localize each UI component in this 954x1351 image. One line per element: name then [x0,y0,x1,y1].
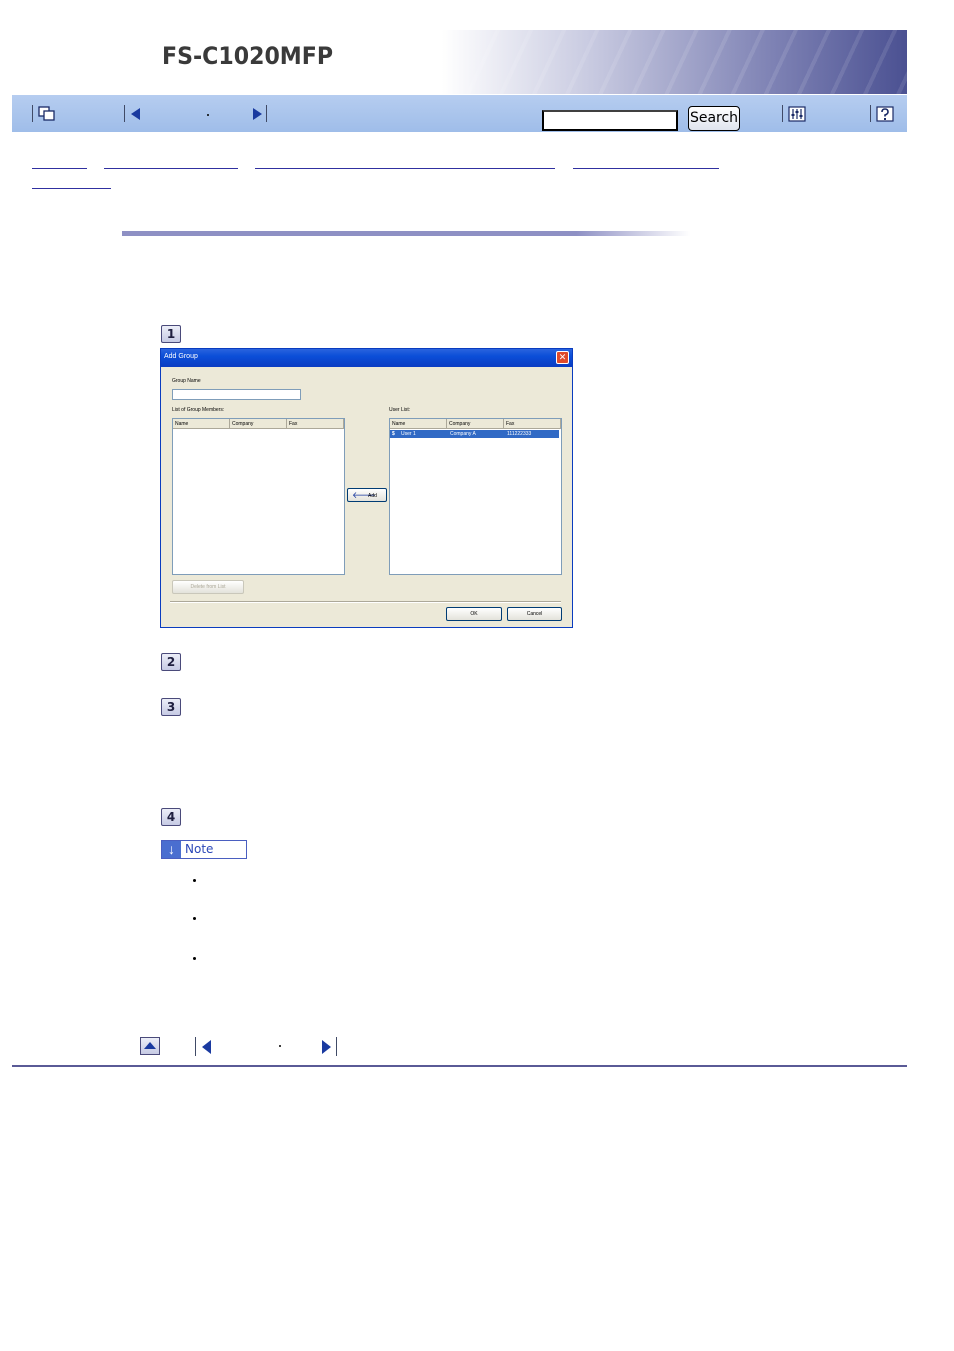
title-rule [122,231,690,236]
footer-separator [195,1037,196,1056]
note-badge: ↓ Note [161,840,247,859]
separator-dot [279,1045,281,1047]
step-badge: 2 [161,653,181,671]
user-list[interactable]: Name Company Fax $ User 1 Company A 1112… [389,418,562,575]
column-header[interactable]: Company [230,419,287,429]
breadcrumb-link[interactable] [104,168,238,169]
add-group-dialog: Add Group ✕ Group Name List of Group Mem… [160,348,573,628]
delete-from-list-button[interactable]: Delete from List [172,580,244,594]
close-icon[interactable]: ✕ [556,351,569,364]
arrow-up-icon [144,1042,156,1049]
dialog-divider [170,601,561,603]
help-icon[interactable] [876,106,894,122]
column-header[interactable]: Fax [504,419,561,429]
previous-page-icon[interactable] [199,1039,217,1055]
bullet [193,879,196,882]
footer-separator [336,1037,337,1056]
dialog-titlebar: Add Group ✕ [161,349,572,367]
table-row[interactable]: $ User 1 Company A 111222333 [390,430,559,438]
breadcrumb-link[interactable] [32,168,87,169]
arrow-down-icon: ↓ [162,841,181,858]
column-header[interactable]: Name [390,419,447,429]
previous-page-icon[interactable] [128,106,146,122]
toolbar-separator [870,105,871,122]
bullet [193,957,196,960]
step-badge: 3 [161,698,181,716]
header-banner [12,30,907,94]
add-button[interactable]: 🡐 Add [347,488,387,502]
next-page-icon[interactable] [319,1039,337,1055]
toolbar-separator [782,105,783,122]
user-list-label: User List: [389,407,411,413]
back-to-top-button[interactable] [140,1037,160,1055]
user-icon: $ [392,431,395,437]
settings-icon[interactable] [788,106,806,122]
separator-dot [207,114,209,116]
search-button[interactable]: Search [688,106,740,131]
breadcrumb-link[interactable] [573,168,719,169]
group-members-label: List of Group Members: [172,407,225,413]
breadcrumb-link[interactable] [32,188,111,189]
footer-rule [12,1065,907,1067]
toolbar [12,95,907,132]
banner-decoration [467,30,907,94]
search-input[interactable] [542,110,678,131]
toolbar-separator [124,105,125,122]
step-badge: 4 [161,808,181,826]
column-header[interactable]: Company [447,419,504,429]
dialog-title: Add Group [164,353,198,360]
column-header[interactable]: Fax [287,419,344,429]
bullet [193,917,196,920]
contents-icon[interactable] [38,106,56,122]
product-title: FS-C1020MFP [162,42,334,70]
breadcrumb-link[interactable] [255,168,555,169]
step-badge: 1 [161,325,181,343]
column-header[interactable]: Name [173,419,230,429]
ok-button[interactable]: OK [446,607,502,621]
group-members-list[interactable]: Name Company Fax [172,418,345,575]
group-name-field[interactable] [172,389,301,400]
note-label: Note [185,842,214,856]
cancel-button[interactable]: Cancel [507,607,562,621]
toolbar-separator [32,105,33,122]
group-name-label: Group Name [172,378,201,384]
toolbar-separator [266,105,267,122]
